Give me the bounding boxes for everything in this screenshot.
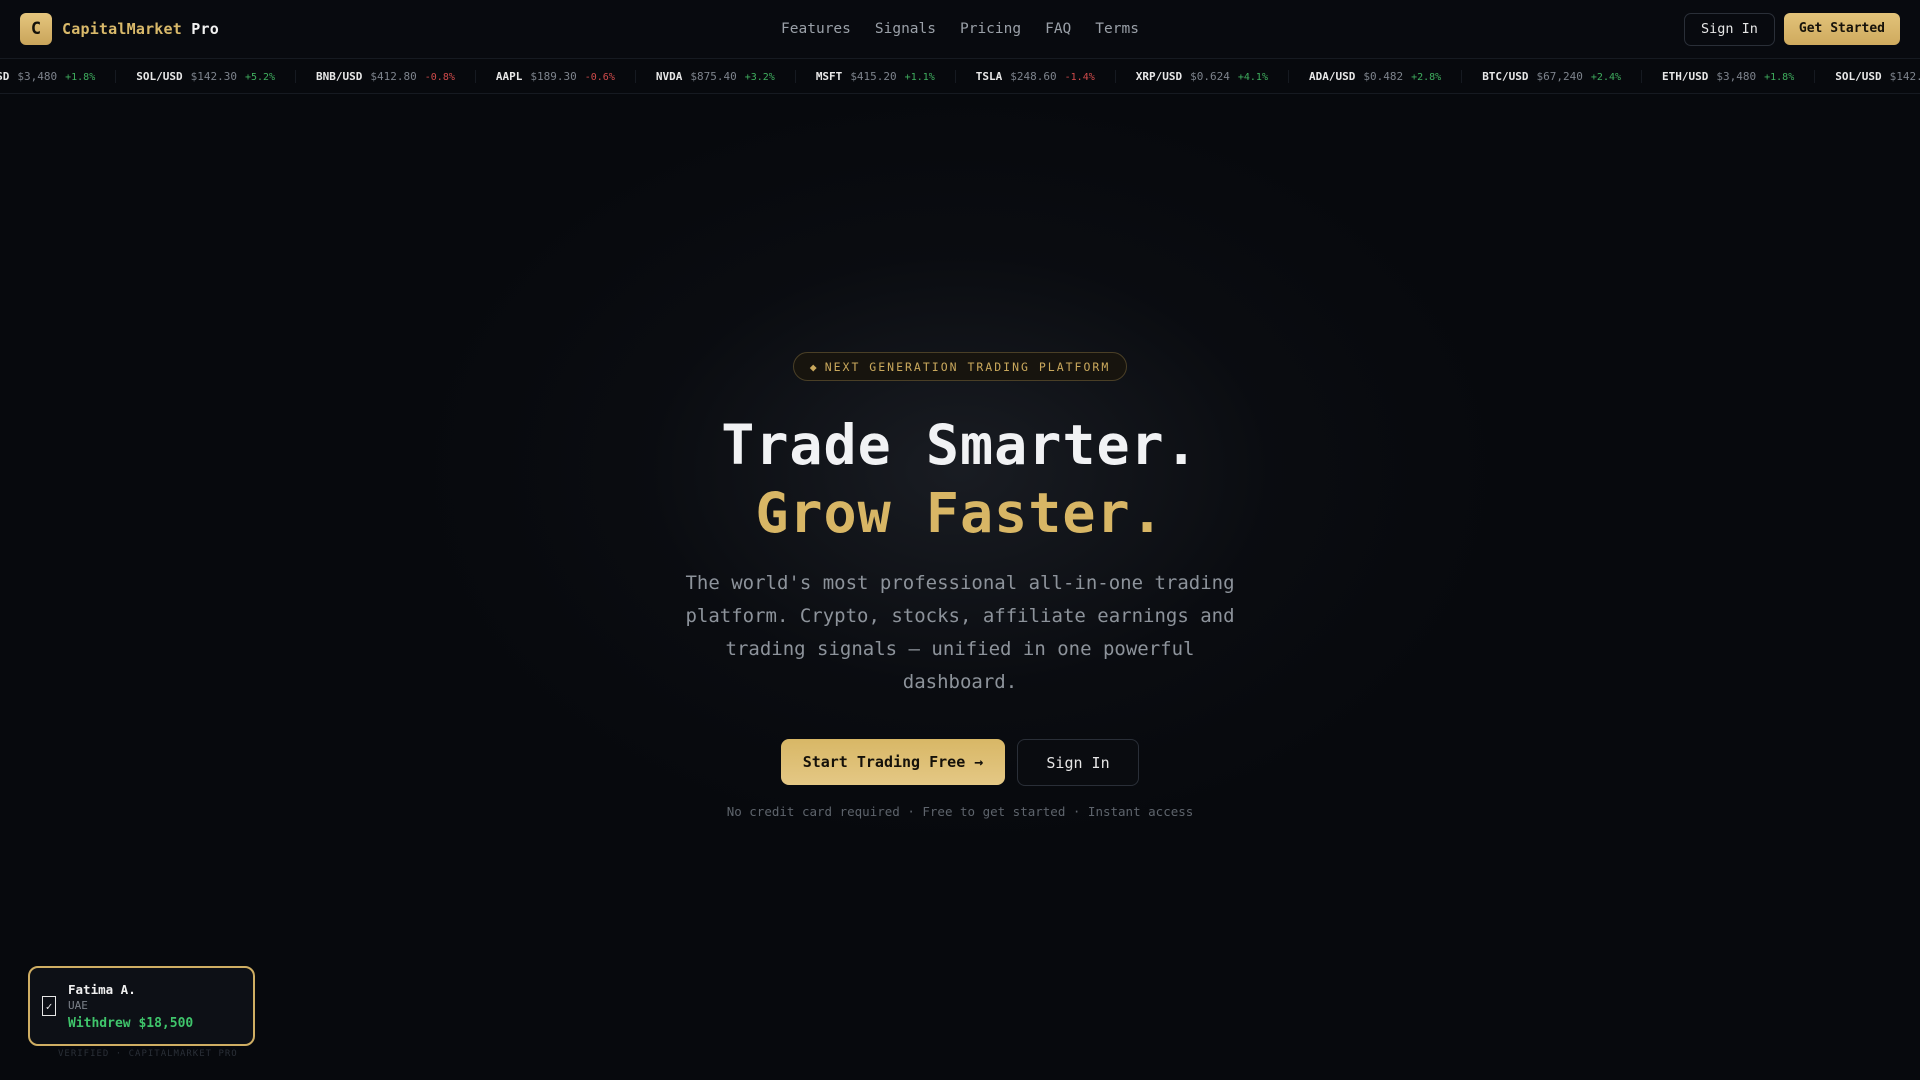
brand-name: CapitalMarket Pro: [62, 20, 219, 38]
ticker-change: +2.8%: [1411, 72, 1442, 83]
ticker-price: $248.60: [1010, 70, 1057, 83]
ticker-item: ETH/USD $3,480 +1.8%: [1642, 70, 1816, 83]
ticker-symbol: ADA/USD: [1308, 70, 1356, 83]
main-nav: Features Signals Pricing FAQ Terms: [781, 21, 1139, 37]
ticker-symbol: NVDA: [655, 70, 683, 83]
header-sign-in-button[interactable]: Sign In: [1684, 12, 1775, 46]
ticker-price: $142.30: [190, 70, 237, 83]
hero-sign-in-button[interactable]: Sign In: [1017, 739, 1139, 786]
ticker-item: SOL/USD $142.30 +5.2%: [116, 70, 297, 83]
ticker-change: +1.1%: [904, 72, 935, 83]
notification-location: UAE: [68, 998, 88, 1012]
ticker-price: $412.80: [370, 70, 417, 83]
hero-subtitle: The world's most professional all-in-one…: [685, 572, 1235, 693]
ticker-item: XRP/USD $0.624 +4.1%: [1116, 70, 1289, 83]
ticker-price: $875.40: [690, 70, 737, 83]
nav-pricing[interactable]: Pricing: [960, 21, 1021, 37]
ticker-item: ADA/USD $0.482 +2.8%: [1289, 70, 1463, 83]
ticker-change: +3.2%: [744, 72, 775, 83]
ticker-symbol: AAPL: [495, 70, 523, 83]
diamond-icon: ◆: [809, 359, 819, 374]
ticker-symbol: BNB/USD: [316, 70, 363, 83]
ticker-price: $0.482: [1363, 70, 1404, 83]
brand-name-part2: Pro: [191, 20, 219, 38]
nav-faq[interactable]: FAQ: [1045, 21, 1071, 37]
hero-section: ◆ NEXT GENERATION TRADING PLATFORM Trade…: [0, 352, 1920, 819]
ticker-price: $142.30: [1889, 70, 1920, 83]
ticker-change: -0.8%: [424, 72, 455, 83]
ticker-item: BTC/USD $67,240 +2.4%: [1462, 70, 1643, 83]
start-trading-button[interactable]: Start Trading Free →: [781, 739, 1005, 785]
nav-terms[interactable]: Terms: [1095, 21, 1139, 37]
notification-user-name: Fatima A.: [68, 981, 136, 997]
hero-badge: ◆ NEXT GENERATION TRADING PLATFORM: [792, 352, 1128, 381]
ticker-item: AAPL $189.30 -0.6%: [476, 70, 636, 83]
ticker-change: +1.8%: [65, 72, 96, 83]
hero-fineprint: No credit card required · Free to get st…: [726, 804, 1194, 819]
ticker-item: TSLA $248.60 -1.4%: [956, 70, 1116, 83]
ticker-change: +4.1%: [1237, 72, 1268, 83]
header-get-started-button[interactable]: Get Started: [1783, 12, 1900, 45]
ticker-change: +1.8%: [1764, 72, 1795, 83]
ticker-item: BNB/USD $412.80 -0.8%: [296, 70, 476, 83]
header-actions: Sign In Get Started: [1684, 12, 1900, 46]
nav-signals[interactable]: Signals: [875, 21, 936, 37]
ticker-change: +5.2%: [244, 72, 276, 83]
brand-name-part1: CapitalMarket: [62, 20, 182, 38]
ticker-track: ETH/USD $3,480 +1.8% SOL/USD $142.30 +5.2% BNB…: [0, 59, 1920, 93]
hero-badge-text: NEXT GENERATION TRADING PLATFORM: [824, 359, 1111, 374]
ticker-price: $67,240: [1536, 70, 1583, 83]
ticker-symbol: SOL/USD: [136, 70, 183, 83]
ticker-symbol: BTC/USD: [1482, 70, 1529, 83]
top-nav-bar: C CapitalMarket Pro Features Signals Pri…: [0, 0, 1920, 59]
ticker-item: NVDA $875.40 +3.2%: [636, 70, 796, 83]
hero-title-line2: Grow Faster.: [755, 481, 1165, 545]
ticker-change: -1.4%: [1064, 72, 1095, 83]
logo-mark: C: [20, 13, 52, 45]
price-ticker: ETH/USD $3,480 +1.8% SOL/USD $142.30 +5.2% BNB…: [0, 59, 1920, 94]
ticker-symbol: ETH/USD: [0, 70, 10, 83]
withdrawal-notification[interactable]: ✓ Fatima A. UAE Withdrew $18,500: [28, 966, 255, 1046]
ticker-change: +2.4%: [1590, 72, 1622, 83]
ticker-price: $3,480: [17, 70, 58, 83]
ticker-price: $415.20: [850, 70, 897, 83]
hero-title: Trade Smarter. Grow Faster.: [721, 411, 1199, 547]
ticker-item: ETH/USD $3,480 +1.8%: [0, 70, 117, 83]
ticker-change: -0.6%: [584, 72, 615, 83]
notification-amount: Withdrew $18,500: [68, 1015, 194, 1031]
ticker-symbol: SOL/USD: [1835, 70, 1882, 83]
ticker-symbol: XRP/USD: [1135, 70, 1183, 83]
ticker-symbol: ETH/USD: [1662, 70, 1709, 83]
check-icon: ✓: [42, 996, 56, 1016]
notification-body: Fatima A. UAE Withdrew $18,500: [68, 982, 193, 1031]
ticker-symbol: TSLA: [975, 70, 1003, 83]
verified-caption: VERIFIED · CAPITALMARKET PRO: [58, 1049, 238, 1059]
hero-cta-row: Start Trading Free → Sign In: [781, 739, 1139, 786]
hero-title-line1: Trade Smarter.: [721, 413, 1199, 477]
nav-features[interactable]: Features: [781, 21, 851, 37]
ticker-price: $3,480: [1716, 70, 1757, 83]
ticker-price: $0.624: [1190, 70, 1230, 83]
brand-logo[interactable]: C CapitalMarket Pro: [20, 13, 219, 45]
ticker-price: $189.30: [530, 70, 577, 83]
ticker-item: MSFT $415.20 +1.1%: [796, 70, 956, 83]
ticker-symbol: MSFT: [815, 70, 843, 83]
ticker-item: SOL/USD$142.30+5.2%: [1815, 70, 1920, 83]
